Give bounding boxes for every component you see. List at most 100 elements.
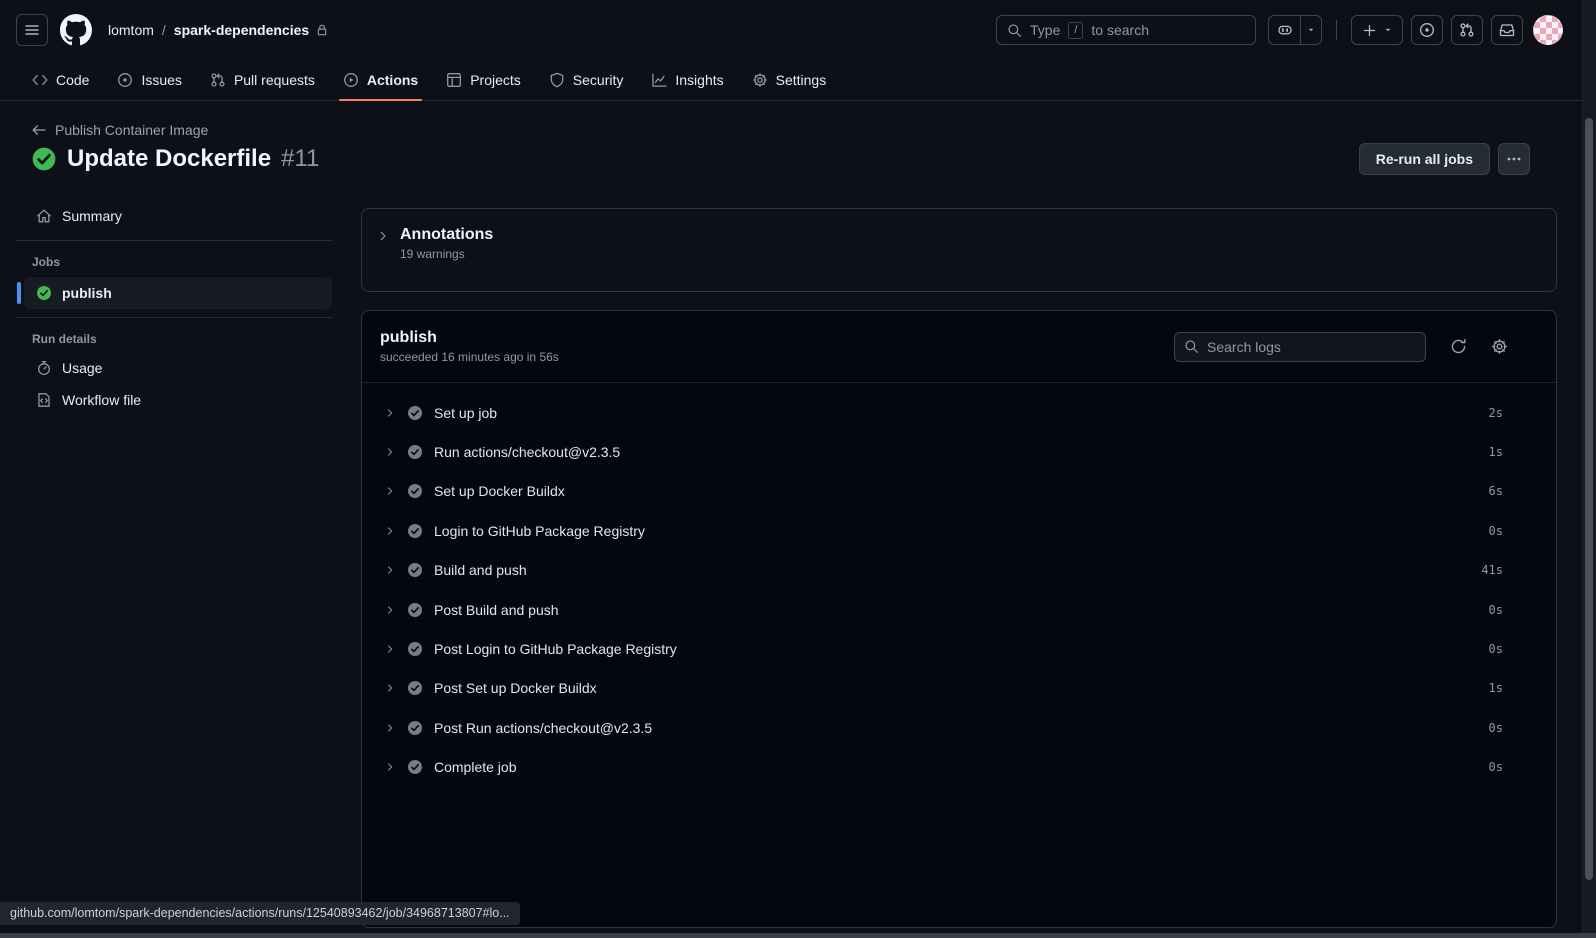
step-row[interactable]: Post Run actions/checkout@v2.3.5 0s (362, 708, 1556, 747)
job-steps-list: Set up job 2s Run actions/checkout@v2.3.… (362, 383, 1556, 787)
run-number: #11 (281, 145, 320, 172)
global-search-input[interactable]: Type / to search (996, 15, 1256, 45)
tab-code[interactable]: Code (18, 60, 103, 100)
top-bar-actions: Type / to search (996, 15, 1563, 45)
search-icon (1007, 23, 1022, 38)
github-logo[interactable] (60, 14, 92, 46)
step-success-check-icon (407, 483, 423, 499)
annotations-text: Annotations 19 warnings (400, 226, 493, 291)
tab-actions[interactable]: Actions (329, 60, 432, 101)
run-options-button[interactable] (1498, 143, 1530, 175)
step-success-check-icon (407, 444, 423, 460)
step-duration: 0s (1488, 720, 1503, 735)
step-row[interactable]: Set up job 2s (362, 393, 1556, 432)
step-row[interactable]: Run actions/checkout@v2.3.5 1s (362, 432, 1556, 471)
breadcrumb: lomtom / spark-dependencies (108, 22, 329, 38)
issues-dashboard-button[interactable] (1411, 15, 1443, 45)
chevron-right-icon (384, 682, 396, 694)
job-status-line: succeeded 16 minutes ago in 56s (380, 350, 559, 364)
tab-issues[interactable]: Issues (103, 60, 195, 100)
step-name: Run actions/checkout@v2.3.5 (434, 444, 621, 461)
copilot-menu-button[interactable] (1301, 16, 1321, 44)
avatar[interactable] (1533, 15, 1563, 45)
pull-requests-dashboard-button[interactable] (1451, 15, 1483, 45)
search-logs-field[interactable] (1174, 331, 1426, 362)
step-duration: 0s (1488, 642, 1503, 657)
chevron-right-icon (376, 229, 390, 291)
step-row[interactable]: Build and push 41s (362, 551, 1556, 590)
sidebar-item-usage[interactable]: Usage (0, 352, 348, 384)
inbox-button[interactable] (1491, 15, 1523, 45)
repo-nav-tabs: Code Issues Pull requests Actions Projec… (0, 60, 1596, 101)
copilot-icon (1277, 22, 1293, 38)
sidebar-item-summary[interactable]: Summary (0, 200, 348, 232)
job-log-controls (1174, 331, 1508, 362)
refresh-logs-icon[interactable] (1450, 338, 1467, 355)
step-row[interactable]: Post Set up Docker Buildx 1s (362, 669, 1556, 708)
chevron-right-icon (384, 485, 396, 497)
tab-settings[interactable]: Settings (738, 60, 841, 100)
step-name: Set up job (434, 404, 498, 421)
step-success-check-icon (407, 720, 423, 736)
tab-projects[interactable]: Projects (432, 60, 535, 100)
run-sidebar: Summary Jobs publish Run details Usage W… (0, 200, 348, 416)
search-logs-input[interactable] (1207, 338, 1416, 355)
step-row[interactable]: Post Build and push 0s (362, 590, 1556, 629)
create-new-button[interactable] (1351, 15, 1403, 45)
lock-icon (315, 23, 329, 37)
chevron-right-icon (384, 564, 396, 576)
top-bar-divider (1336, 20, 1337, 40)
log-settings-gear-icon[interactable] (1491, 338, 1508, 355)
step-row[interactable]: Login to GitHub Package Registry 0s (362, 511, 1556, 550)
step-duration: 1s (1488, 681, 1503, 696)
back-to-workflow-link[interactable]: Publish Container Image (31, 122, 208, 138)
job-log-card: publish succeeded 16 minutes ago in 56s … (361, 310, 1557, 928)
graph-icon (651, 72, 668, 88)
step-duration: 1s (1488, 445, 1503, 460)
workflow-name: Publish Container Image (55, 122, 209, 138)
hamburger-icon (24, 22, 40, 38)
job-publish-row[interactable]: publish (24, 277, 332, 309)
step-name: Post Login to GitHub Package Registry (434, 641, 677, 658)
step-name: Post Run actions/checkout@v2.3.5 (434, 719, 653, 736)
hamburger-menu-button[interactable] (16, 14, 48, 46)
link-url-statusbar: github.com/lomtom/spark-dependencies/act… (0, 902, 520, 925)
copilot-button[interactable] (1269, 16, 1301, 44)
step-name: Post Build and push (434, 601, 559, 618)
arrow-left-icon (31, 122, 47, 138)
slash-key-hint: / (1068, 21, 1084, 39)
step-row[interactable]: Post Login to GitHub Package Registry 0s (362, 629, 1556, 668)
run-content: Annotations 19 warnings publish succeede… (361, 208, 1557, 928)
step-duration: 0s (1488, 602, 1503, 617)
search-icon (1184, 339, 1199, 354)
horizontal-scrollbar[interactable] (0, 933, 1596, 938)
breadcrumb-owner[interactable]: lomtom (108, 22, 154, 38)
vertical-scrollbar-thumb[interactable] (1585, 118, 1593, 880)
step-name: Post Set up Docker Buildx (434, 680, 597, 697)
breadcrumb-repo[interactable]: spark-dependencies (174, 22, 329, 38)
inbox-icon (1499, 22, 1515, 38)
tab-insights[interactable]: Insights (637, 60, 737, 100)
pull-request-icon (1459, 22, 1475, 38)
vertical-scrollbar[interactable] (1582, 0, 1596, 938)
chevron-right-icon (384, 407, 396, 419)
step-duration: 0s (1488, 760, 1503, 775)
sidebar-divider (15, 317, 333, 318)
chevron-right-icon (384, 446, 396, 458)
step-row[interactable]: Set up Docker Buildx 6s (362, 472, 1556, 511)
pull-request-icon (210, 72, 226, 88)
issue-opened-icon (117, 72, 133, 88)
step-duration: 6s (1488, 484, 1503, 499)
tab-security[interactable]: Security (535, 60, 638, 100)
step-row[interactable]: Complete job 0s (362, 748, 1556, 787)
step-duration: 2s (1488, 405, 1503, 420)
step-success-check-icon (407, 405, 423, 421)
tab-pull-requests[interactable]: Pull requests (196, 60, 329, 100)
sidebar-item-workflow-file[interactable]: Workflow file (0, 384, 348, 416)
rerun-all-jobs-button[interactable]: Re-run all jobs (1358, 143, 1490, 175)
step-success-check-icon (407, 641, 423, 657)
step-success-check-icon (407, 680, 423, 696)
annotations-card[interactable]: Annotations 19 warnings (361, 208, 1557, 292)
file-code-icon (36, 392, 52, 408)
top-bar: lomtom / spark-dependencies Type / to se… (0, 0, 1596, 60)
